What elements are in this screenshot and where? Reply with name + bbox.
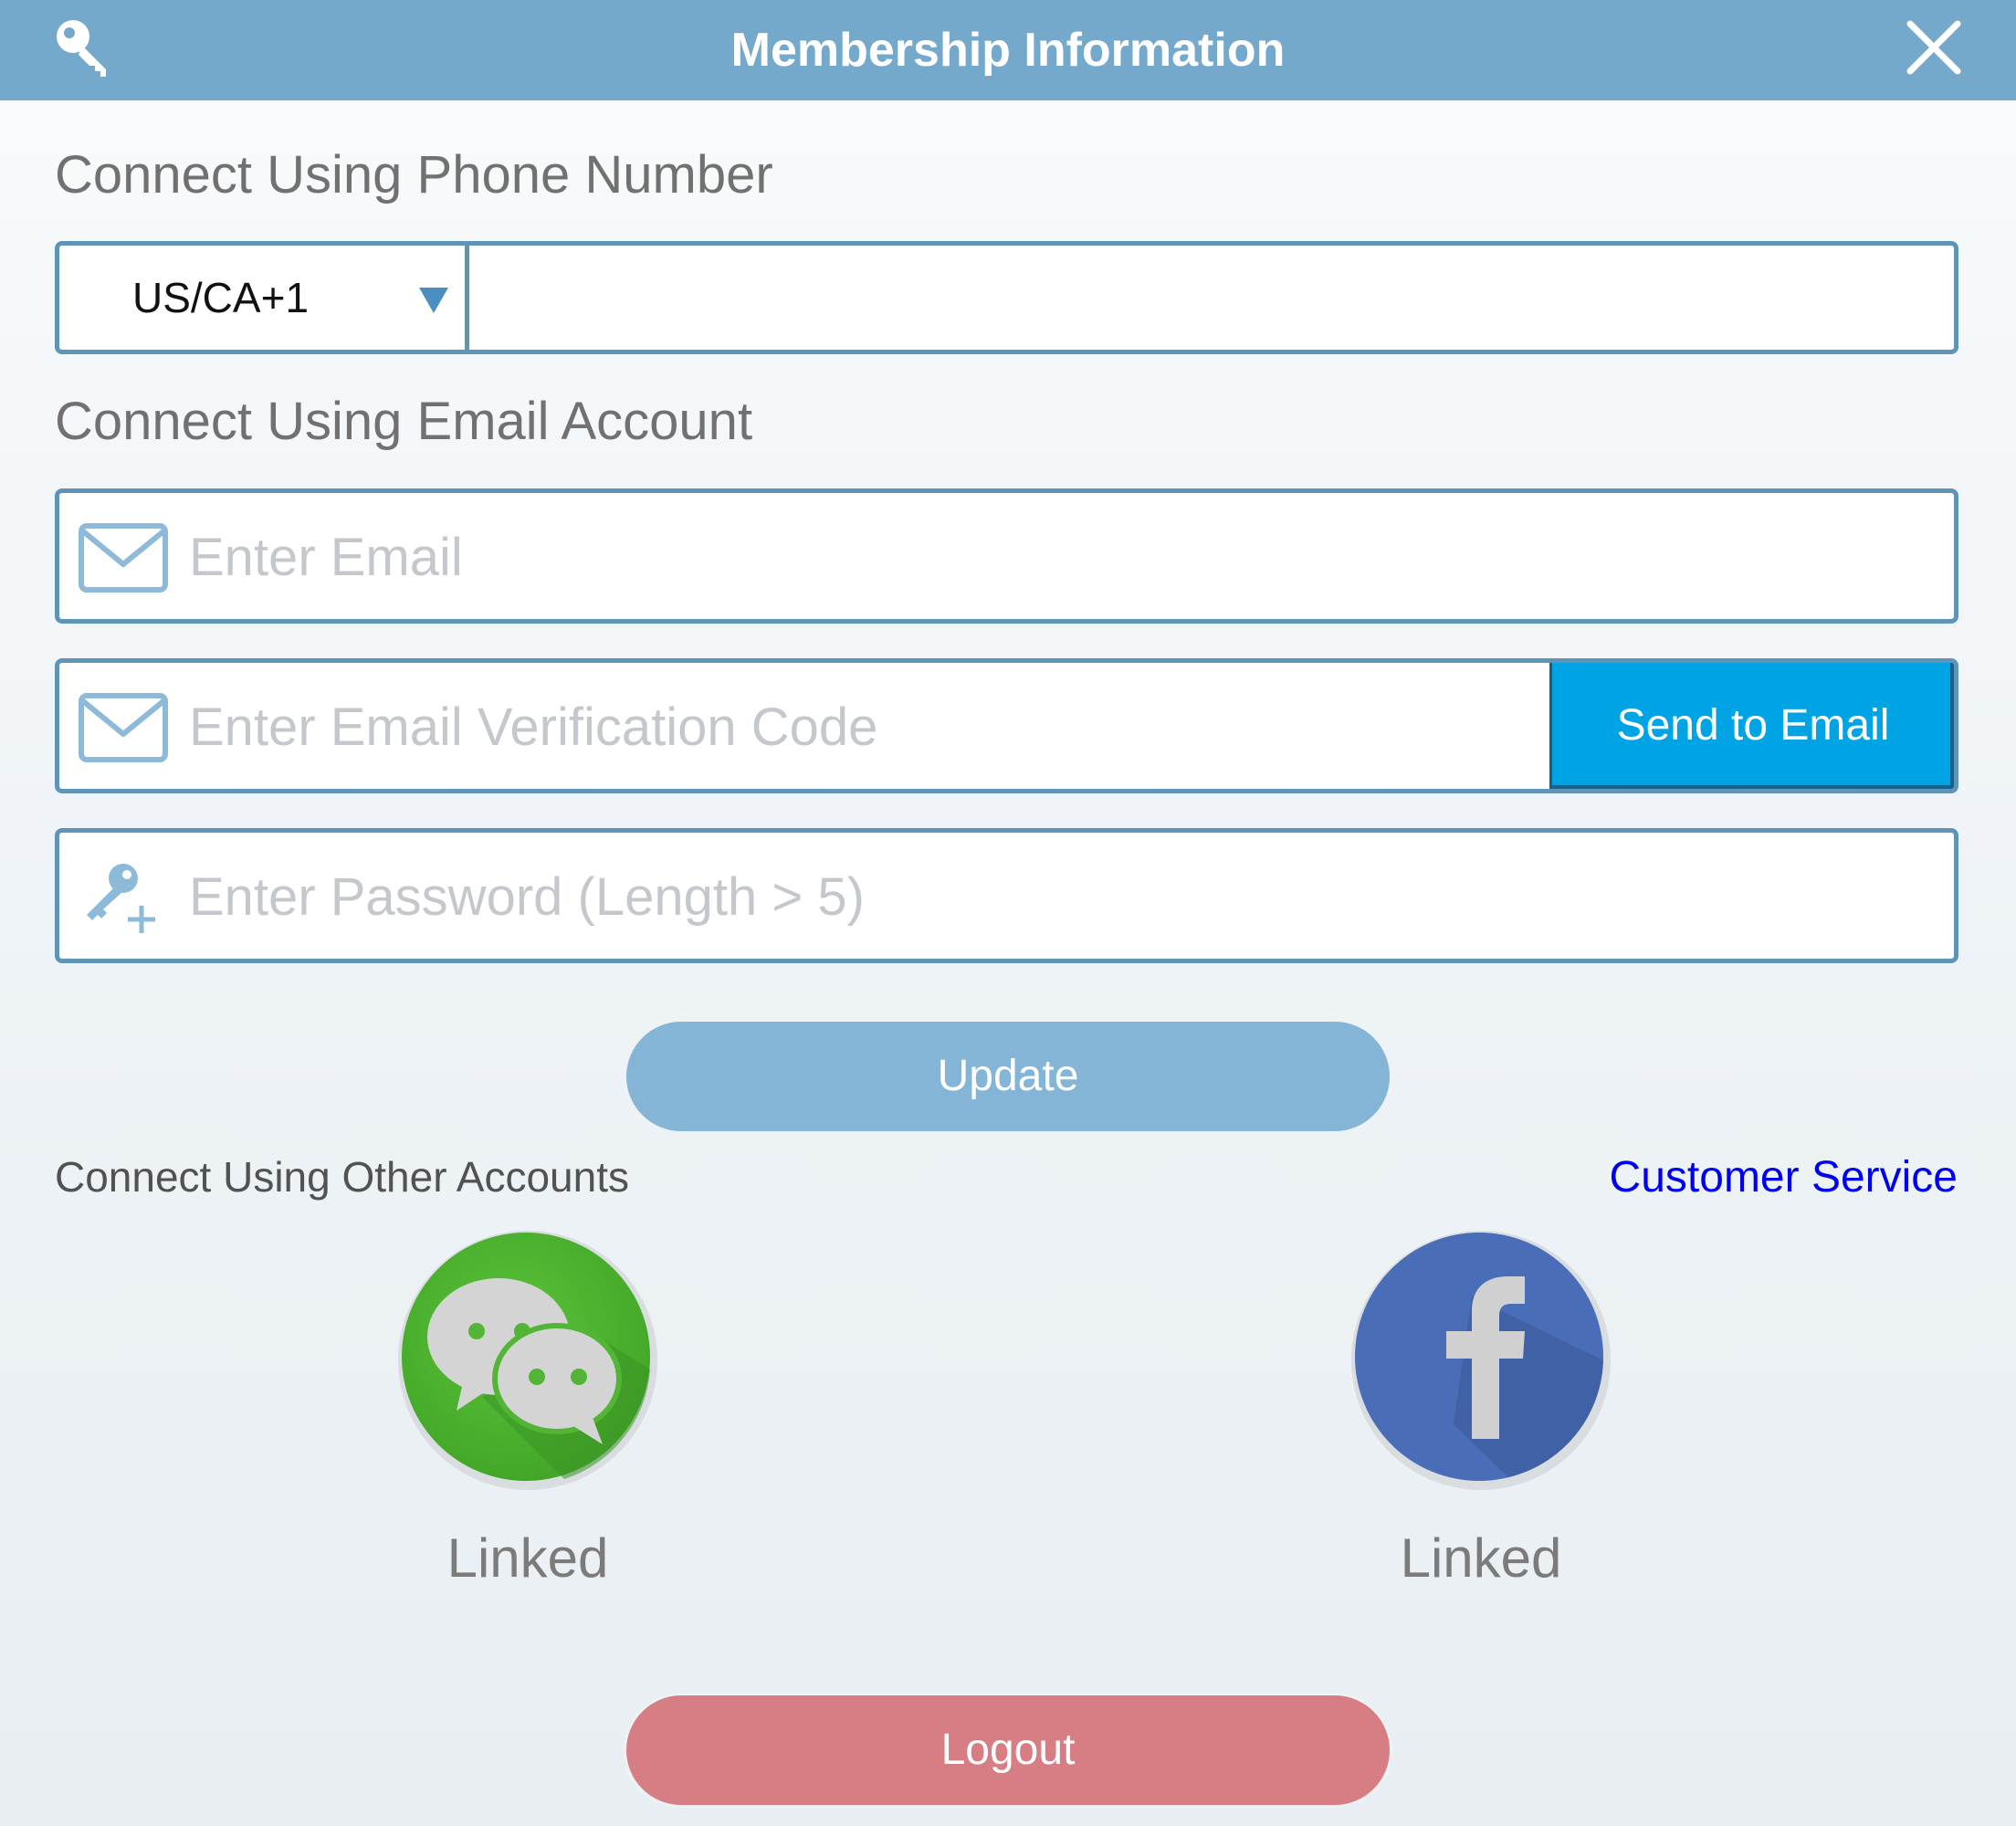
phone-section-label: Connect Using Phone Number	[55, 145, 773, 205]
facebook-status: Linked	[1400, 1527, 1562, 1589]
logout-button[interactable]: Logout	[626, 1695, 1390, 1805]
title-bar: Membership Information	[0, 0, 2016, 100]
other-accounts-label: Connect Using Other Accounts	[55, 1153, 629, 1201]
password-input[interactable]	[187, 833, 1926, 959]
password-field[interactable]	[55, 828, 1958, 963]
key-plus-icon	[87, 864, 155, 933]
facebook-icon[interactable]	[1344, 1223, 1618, 1497]
envelope-icon	[79, 523, 168, 593]
country-code-value: US/CA+1	[132, 274, 310, 321]
wechat-status: Linked	[446, 1527, 609, 1589]
verification-code-input[interactable]	[187, 663, 1542, 789]
triangle-down-icon	[419, 288, 448, 313]
close-icon[interactable]	[1899, 13, 1969, 82]
update-button[interactable]: Update	[626, 1022, 1390, 1131]
email-section-label: Connect Using Email Account	[55, 392, 753, 451]
wechat-icon[interactable]	[391, 1223, 665, 1497]
send-to-email-button[interactable]: Send to Email	[1549, 663, 1954, 789]
phone-input-group: US/CA+1	[55, 241, 1958, 354]
envelope-icon	[79, 693, 168, 762]
phone-number-input[interactable]	[469, 246, 1954, 350]
country-code-select[interactable]: US/CA+1	[59, 246, 469, 350]
page-title: Membership Information	[730, 24, 1286, 77]
email-input[interactable]	[187, 493, 1926, 619]
customer-service-link[interactable]: Customer Service	[1610, 1152, 1958, 1202]
email-field[interactable]	[55, 488, 1958, 624]
verification-code-field[interactable]: Send to Email	[55, 658, 1958, 793]
